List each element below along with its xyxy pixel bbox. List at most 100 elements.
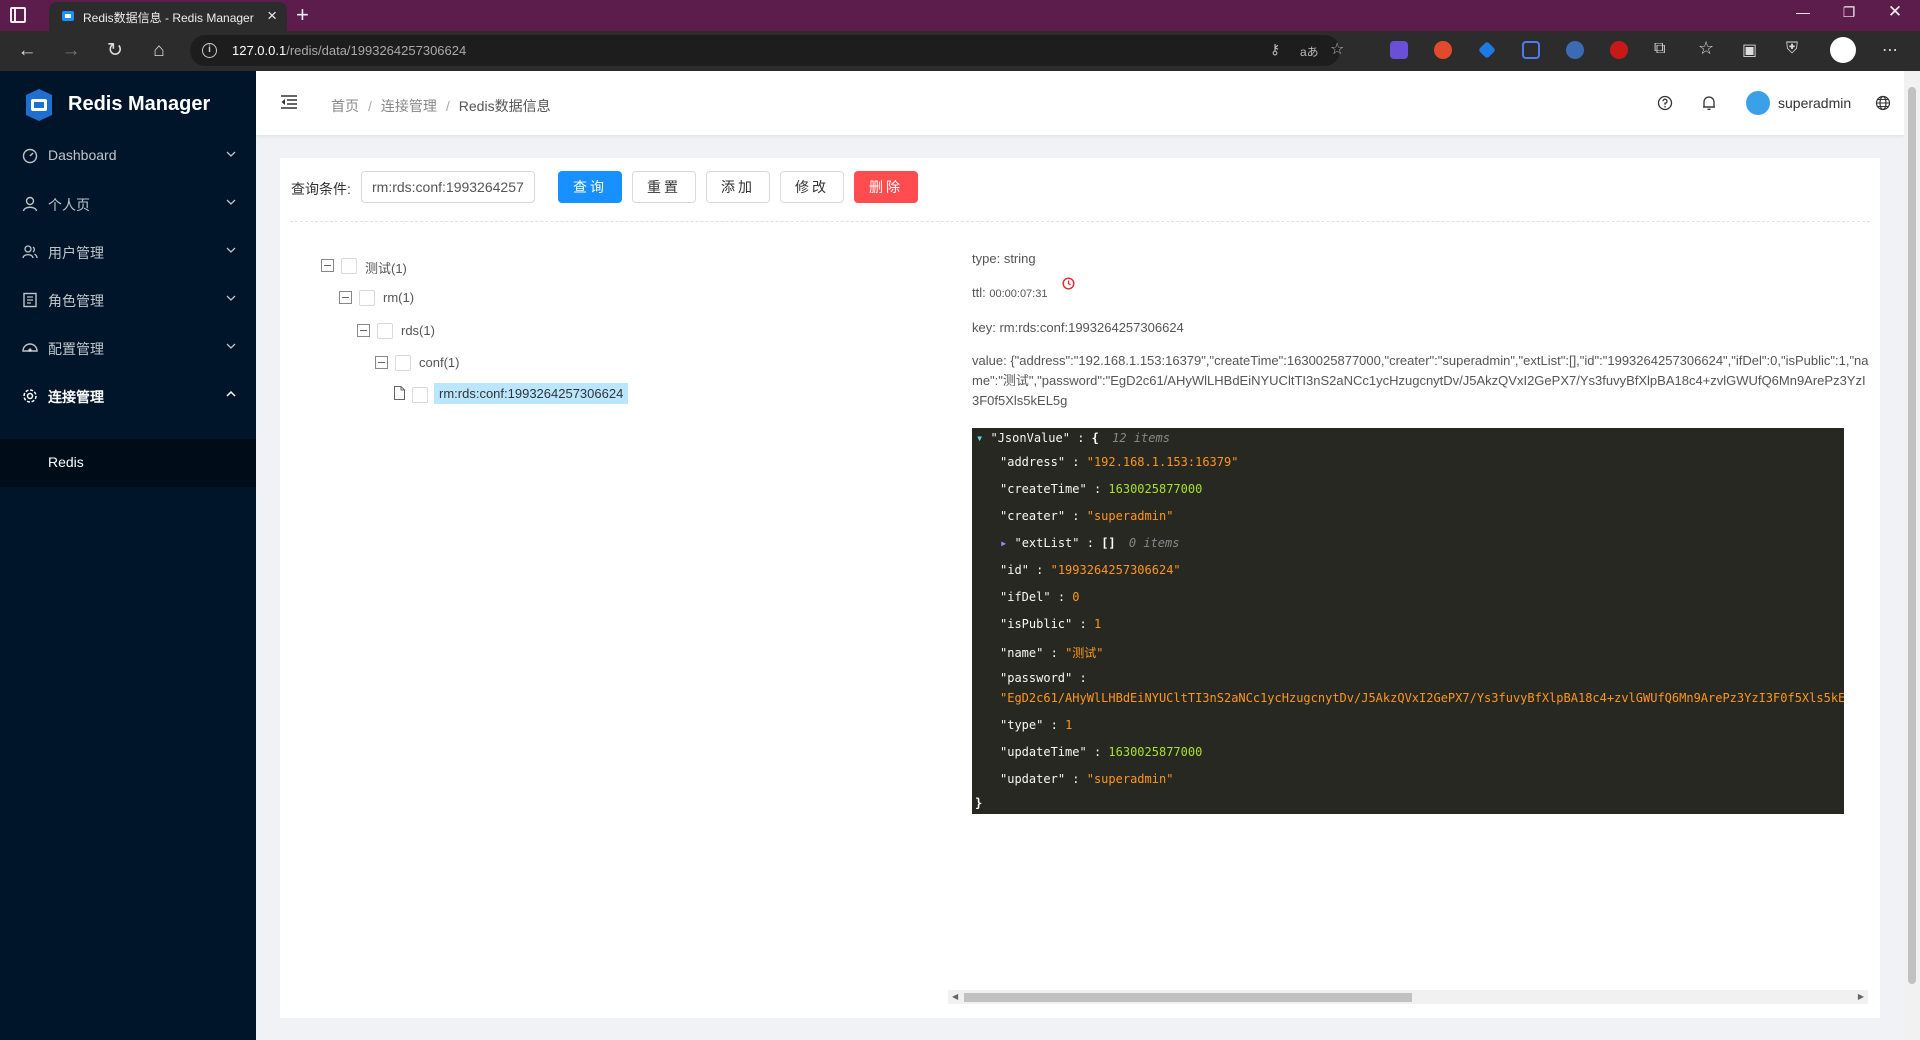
- query-input[interactable]: [361, 171, 535, 203]
- user-icon: [22, 196, 38, 212]
- breadcrumb-home[interactable]: 首页: [331, 98, 359, 114]
- tree-node[interactable]: rds(1): [357, 319, 457, 343]
- globe-icon[interactable]: [1875, 95, 1891, 111]
- extension-icon[interactable]: [1478, 41, 1496, 59]
- json-row: "ifDel" : 0: [1000, 590, 1080, 604]
- ttl-row: ttl: 00:00:07:31: [972, 277, 1075, 300]
- content-card: 查询条件: 查询 重置 添加 修改 删除 测试(1) rm(1) rds(1) …: [280, 158, 1880, 1018]
- tree-node-label[interactable]: 测试(1): [365, 258, 407, 277]
- scrollbar-thumb[interactable]: [964, 993, 1412, 1002]
- json-root-key: JsonValue: [997, 431, 1063, 445]
- browser-titlebar: Redis数据信息 - Redis Manager × + — ❐ ✕: [0, 0, 1920, 31]
- tree-checkbox[interactable]: [412, 387, 428, 403]
- sidebar-submenu: Redis: [0, 439, 256, 487]
- add-favorite-icon[interactable]: ☆: [1330, 39, 1344, 59]
- extension-icon[interactable]: [1434, 41, 1452, 59]
- sidebar-item-config[interactable]: 配置管理: [0, 328, 256, 368]
- vertical-scrollbar[interactable]: [1904, 71, 1920, 1040]
- scroll-left-icon[interactable]: ◀: [952, 992, 958, 1001]
- tree-node-label[interactable]: conf(1): [419, 355, 459, 370]
- breadcrumb: 首页 / 连接管理 / Redis数据信息: [331, 98, 551, 114]
- header: 首页 / 连接管理 / Redis数据信息 superadmin: [256, 71, 1904, 135]
- tab-title: Redis数据信息 - Redis Manager: [83, 11, 254, 25]
- browser-tab[interactable]: Redis数据信息 - Redis Manager ×: [49, 2, 287, 31]
- tree-node-label[interactable]: rm(1): [383, 290, 414, 305]
- collections-icon[interactable]: ▣: [1742, 40, 1757, 60]
- tree-node[interactable]: conf(1): [375, 351, 475, 375]
- forward-icon[interactable]: →: [60, 40, 82, 62]
- json-row: "updateTime" : 1630025877000: [1000, 745, 1203, 759]
- ublock-icon[interactable]: [1610, 41, 1628, 59]
- sidebar-item-connections[interactable]: 连接管理: [0, 376, 256, 416]
- favorites-icon[interactable]: ☆: [1698, 38, 1714, 59]
- collapse-icon[interactable]: [339, 291, 352, 304]
- url-text[interactable]: 127.0.0.1/redis/data/1993264257306624: [232, 43, 466, 58]
- tree-checkbox[interactable]: [377, 323, 393, 339]
- minimize-icon[interactable]: —: [1780, 4, 1826, 20]
- tree-node[interactable]: rm(1): [339, 286, 439, 310]
- avatar[interactable]: [1746, 91, 1770, 115]
- setting-icon: [23, 389, 37, 403]
- tree-checkbox[interactable]: [359, 290, 375, 306]
- sidebar: Redis Manager Dashboard 个人页 用户管理 角色管理 配置…: [0, 71, 256, 1040]
- tree-node-label-selected[interactable]: rm:rds:conf:1993264257306624: [434, 383, 629, 404]
- edit-button[interactable]: 修改: [780, 171, 844, 203]
- horizontal-scrollbar[interactable]: ◀ ▶: [948, 990, 1868, 1004]
- clock-icon: [1062, 277, 1075, 290]
- scroll-right-icon[interactable]: ▶: [1858, 992, 1864, 1001]
- breadcrumb-connections[interactable]: 连接管理: [381, 98, 437, 114]
- reset-button[interactable]: 重置: [632, 171, 696, 203]
- tree-node[interactable]: 测试(1): [321, 254, 441, 278]
- username[interactable]: superadmin: [1778, 95, 1851, 111]
- extension-icon[interactable]: [1390, 41, 1408, 59]
- expand-triangle-icon[interactable]: ▾: [976, 431, 983, 445]
- address-bar[interactable]: i 127.0.0.1/redis/data/1993264257306624 …: [190, 35, 1344, 66]
- question-icon[interactable]: [1657, 95, 1673, 111]
- collapse-icon[interactable]: [321, 259, 334, 272]
- chevron-down-icon: [226, 199, 236, 205]
- key-icon[interactable]: ⚷: [1270, 41, 1280, 58]
- tab-close-icon[interactable]: ×: [267, 6, 277, 26]
- json-viewer: ▾ "JsonValue" : { 12 items "address" : "…: [972, 428, 1844, 814]
- extension-icon[interactable]: [1566, 41, 1584, 59]
- refresh-icon[interactable]: ↻: [104, 40, 126, 62]
- shield-icon[interactable]: ⛨: [1786, 40, 1798, 58]
- sidebar-item-label: 角色管理: [48, 293, 104, 309]
- tab-actions-icon[interactable]: [10, 7, 26, 23]
- sidebar-item-dashboard[interactable]: Dashboard: [0, 136, 256, 176]
- collapse-icon[interactable]: [375, 356, 388, 369]
- more-options-icon[interactable]: ⋯: [1882, 40, 1898, 60]
- json-row[interactable]: ▸ "extList" : [] 0 items: [1000, 536, 1179, 550]
- sidebar-item-profile[interactable]: 个人页: [0, 184, 256, 224]
- add-button[interactable]: 添加: [706, 171, 770, 203]
- translate-icon[interactable]: aあ: [1300, 43, 1319, 60]
- sidebar-item-users[interactable]: 用户管理: [0, 232, 256, 272]
- json-row: "address" : "192.168.1.153:16379": [1000, 455, 1239, 469]
- extensions-icon[interactable]: ⧉: [1654, 40, 1665, 58]
- collapse-icon[interactable]: [357, 324, 370, 337]
- crop-icon[interactable]: [1522, 41, 1540, 59]
- expand-triangle-icon[interactable]: ▸: [1000, 536, 1007, 550]
- json-root-row[interactable]: ▾ "JsonValue" : { 12 items: [976, 431, 1170, 445]
- search-button[interactable]: 查询: [558, 171, 622, 203]
- back-icon[interactable]: ←: [16, 40, 38, 62]
- tree-node[interactable]: rm:rds:conf:1993264257306624: [394, 383, 629, 407]
- delete-button[interactable]: 删除: [854, 171, 918, 203]
- scrollbar-thumb[interactable]: [1908, 87, 1916, 984]
- home-icon[interactable]: ⌂: [148, 40, 170, 62]
- site-info-icon[interactable]: i: [202, 43, 217, 58]
- tree-node-label[interactable]: rds(1): [401, 323, 435, 338]
- team-icon: [22, 245, 38, 259]
- profile-avatar-icon[interactable]: [1830, 37, 1856, 63]
- tree-checkbox[interactable]: [395, 355, 411, 371]
- tree-checkbox[interactable]: [341, 258, 357, 274]
- close-window-icon[interactable]: ✕: [1872, 2, 1918, 22]
- type-label: type:: [972, 251, 1001, 266]
- maximize-icon[interactable]: ❐: [1826, 4, 1872, 21]
- menu-fold-icon[interactable]: [280, 94, 298, 110]
- new-tab-icon[interactable]: +: [296, 2, 309, 28]
- sidebar-item-redis[interactable]: Redis: [0, 439, 256, 487]
- sidebar-item-roles[interactable]: 角色管理: [0, 280, 256, 320]
- type-row: type: string: [972, 251, 1036, 266]
- bell-icon[interactable]: [1701, 95, 1717, 111]
